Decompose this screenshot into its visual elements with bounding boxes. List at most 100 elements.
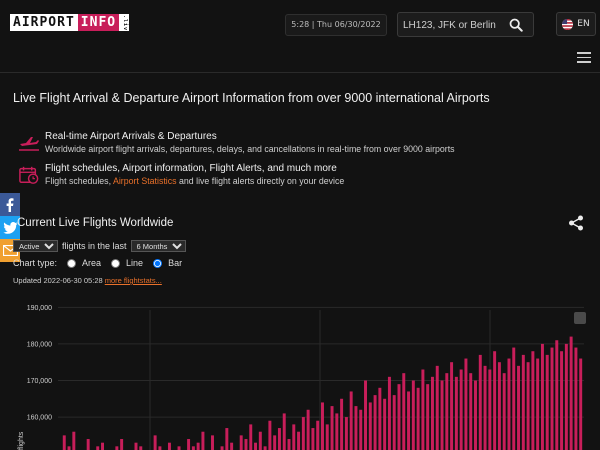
- chart-bar[interactable]: [139, 446, 143, 450]
- chart-bar[interactable]: [230, 442, 234, 450]
- chart-bar[interactable]: [354, 406, 358, 450]
- chart-bar[interactable]: [397, 384, 401, 450]
- chart-bar[interactable]: [421, 369, 425, 450]
- airport-statistics-link[interactable]: Airport Statistics: [113, 176, 177, 186]
- chart-bar[interactable]: [359, 409, 363, 450]
- more-flightstats-link[interactable]: more flightstats...: [105, 276, 162, 285]
- chart-bar[interactable]: [517, 365, 521, 450]
- chart-bar[interactable]: [153, 435, 157, 450]
- chart-bar[interactable]: [225, 428, 229, 450]
- chart-bar[interactable]: [507, 358, 511, 450]
- chart-bar[interactable]: [297, 431, 301, 450]
- search-icon[interactable]: [509, 18, 523, 32]
- site-logo[interactable]: AIRPORT INFO .live: [10, 14, 130, 35]
- chart-bar[interactable]: [211, 435, 214, 450]
- chart-bar[interactable]: [86, 439, 90, 450]
- chart-bar[interactable]: [263, 446, 267, 450]
- chart-bar[interactable]: [273, 435, 277, 450]
- chart-bar[interactable]: [579, 358, 583, 450]
- chart-bar[interactable]: [120, 439, 124, 450]
- chart-bar[interactable]: [450, 362, 454, 450]
- chart-bar[interactable]: [96, 446, 100, 450]
- chart-bar[interactable]: [445, 373, 449, 450]
- chart-bar[interactable]: [440, 380, 444, 450]
- chart-bar[interactable]: [459, 369, 463, 450]
- chart-bar[interactable]: [497, 362, 501, 450]
- chart-bar[interactable]: [115, 446, 119, 450]
- radio-area[interactable]: [67, 258, 77, 268]
- chart-bar[interactable]: [349, 391, 353, 450]
- chart-bar[interactable]: [464, 358, 468, 450]
- chart-bar[interactable]: [560, 351, 564, 450]
- chart-bar[interactable]: [244, 439, 248, 450]
- chart-bar[interactable]: [258, 431, 262, 450]
- chart-bar[interactable]: [316, 420, 320, 450]
- chart-bar[interactable]: [196, 442, 200, 450]
- chart-bar[interactable]: [474, 380, 477, 450]
- chart-export-button[interactable]: [574, 312, 586, 324]
- chart-bar[interactable]: [540, 343, 544, 450]
- chart-bar[interactable]: [134, 442, 138, 450]
- language-selector[interactable]: EN: [556, 12, 596, 36]
- chart-bar[interactable]: [387, 376, 391, 450]
- chart-bar[interactable]: [277, 428, 281, 450]
- chart-bar[interactable]: [469, 373, 473, 450]
- chart-bar[interactable]: [564, 343, 568, 450]
- chart-bar[interactable]: [502, 373, 506, 450]
- chart-bar[interactable]: [321, 402, 324, 450]
- chart-bar[interactable]: [550, 347, 554, 450]
- chart-bar[interactable]: [407, 391, 411, 450]
- chart-bar[interactable]: [254, 442, 258, 450]
- chart-bar[interactable]: [301, 417, 305, 450]
- chart-bar[interactable]: [167, 442, 171, 450]
- chart-bar[interactable]: [335, 413, 339, 450]
- chart-bar[interactable]: [493, 351, 497, 450]
- chart-bar[interactable]: [268, 420, 272, 450]
- chart-bar[interactable]: [287, 439, 291, 450]
- chart-bar[interactable]: [411, 380, 415, 450]
- chart-bar[interactable]: [340, 398, 344, 450]
- menu-icon[interactable]: [577, 52, 591, 64]
- chart-bar[interactable]: [483, 365, 487, 450]
- chart-bar[interactable]: [416, 387, 420, 450]
- chart-bar[interactable]: [62, 435, 66, 450]
- chart-bar[interactable]: [478, 354, 482, 450]
- facebook-share-button[interactable]: [0, 193, 20, 216]
- chart-bar[interactable]: [430, 376, 434, 450]
- chart-bar[interactable]: [187, 439, 191, 450]
- chart-bar[interactable]: [249, 424, 253, 450]
- chart-bar[interactable]: [191, 446, 195, 450]
- chart-bar[interactable]: [402, 373, 406, 450]
- chart-bar[interactable]: [545, 354, 549, 450]
- chart-bar[interactable]: [521, 354, 525, 450]
- chart-bar[interactable]: [177, 446, 181, 450]
- chart-bar[interactable]: [383, 398, 387, 450]
- chart-bar[interactable]: [531, 351, 535, 450]
- chart-bar[interactable]: [536, 358, 540, 450]
- search-input[interactable]: [401, 15, 505, 35]
- chart-bar[interactable]: [67, 446, 71, 450]
- chart-bar[interactable]: [325, 424, 329, 450]
- chart-bar[interactable]: [555, 340, 559, 450]
- chart-bar[interactable]: [72, 431, 76, 450]
- chart-bar[interactable]: [454, 376, 458, 450]
- chart-bar[interactable]: [364, 380, 367, 450]
- period-select[interactable]: 6 Months: [130, 240, 186, 252]
- chart-bar[interactable]: [101, 442, 104, 450]
- chart-bar[interactable]: [282, 413, 286, 450]
- chart-bar[interactable]: [201, 431, 205, 450]
- radio-bar[interactable]: [153, 258, 163, 268]
- status-select[interactable]: Active: [13, 240, 58, 252]
- chart-bar[interactable]: [569, 336, 573, 450]
- chart-bar[interactable]: [488, 369, 492, 450]
- chart-bar[interactable]: [392, 395, 396, 450]
- chart-bar[interactable]: [368, 402, 372, 450]
- chart-bar[interactable]: [311, 428, 315, 450]
- chart-bar[interactable]: [306, 409, 310, 450]
- chart-bar[interactable]: [435, 365, 439, 450]
- chart-bar[interactable]: [512, 347, 516, 450]
- chart-bar[interactable]: [378, 387, 382, 450]
- chart-bar[interactable]: [574, 347, 578, 450]
- chart-bar[interactable]: [220, 446, 224, 450]
- chart-bar[interactable]: [239, 435, 243, 450]
